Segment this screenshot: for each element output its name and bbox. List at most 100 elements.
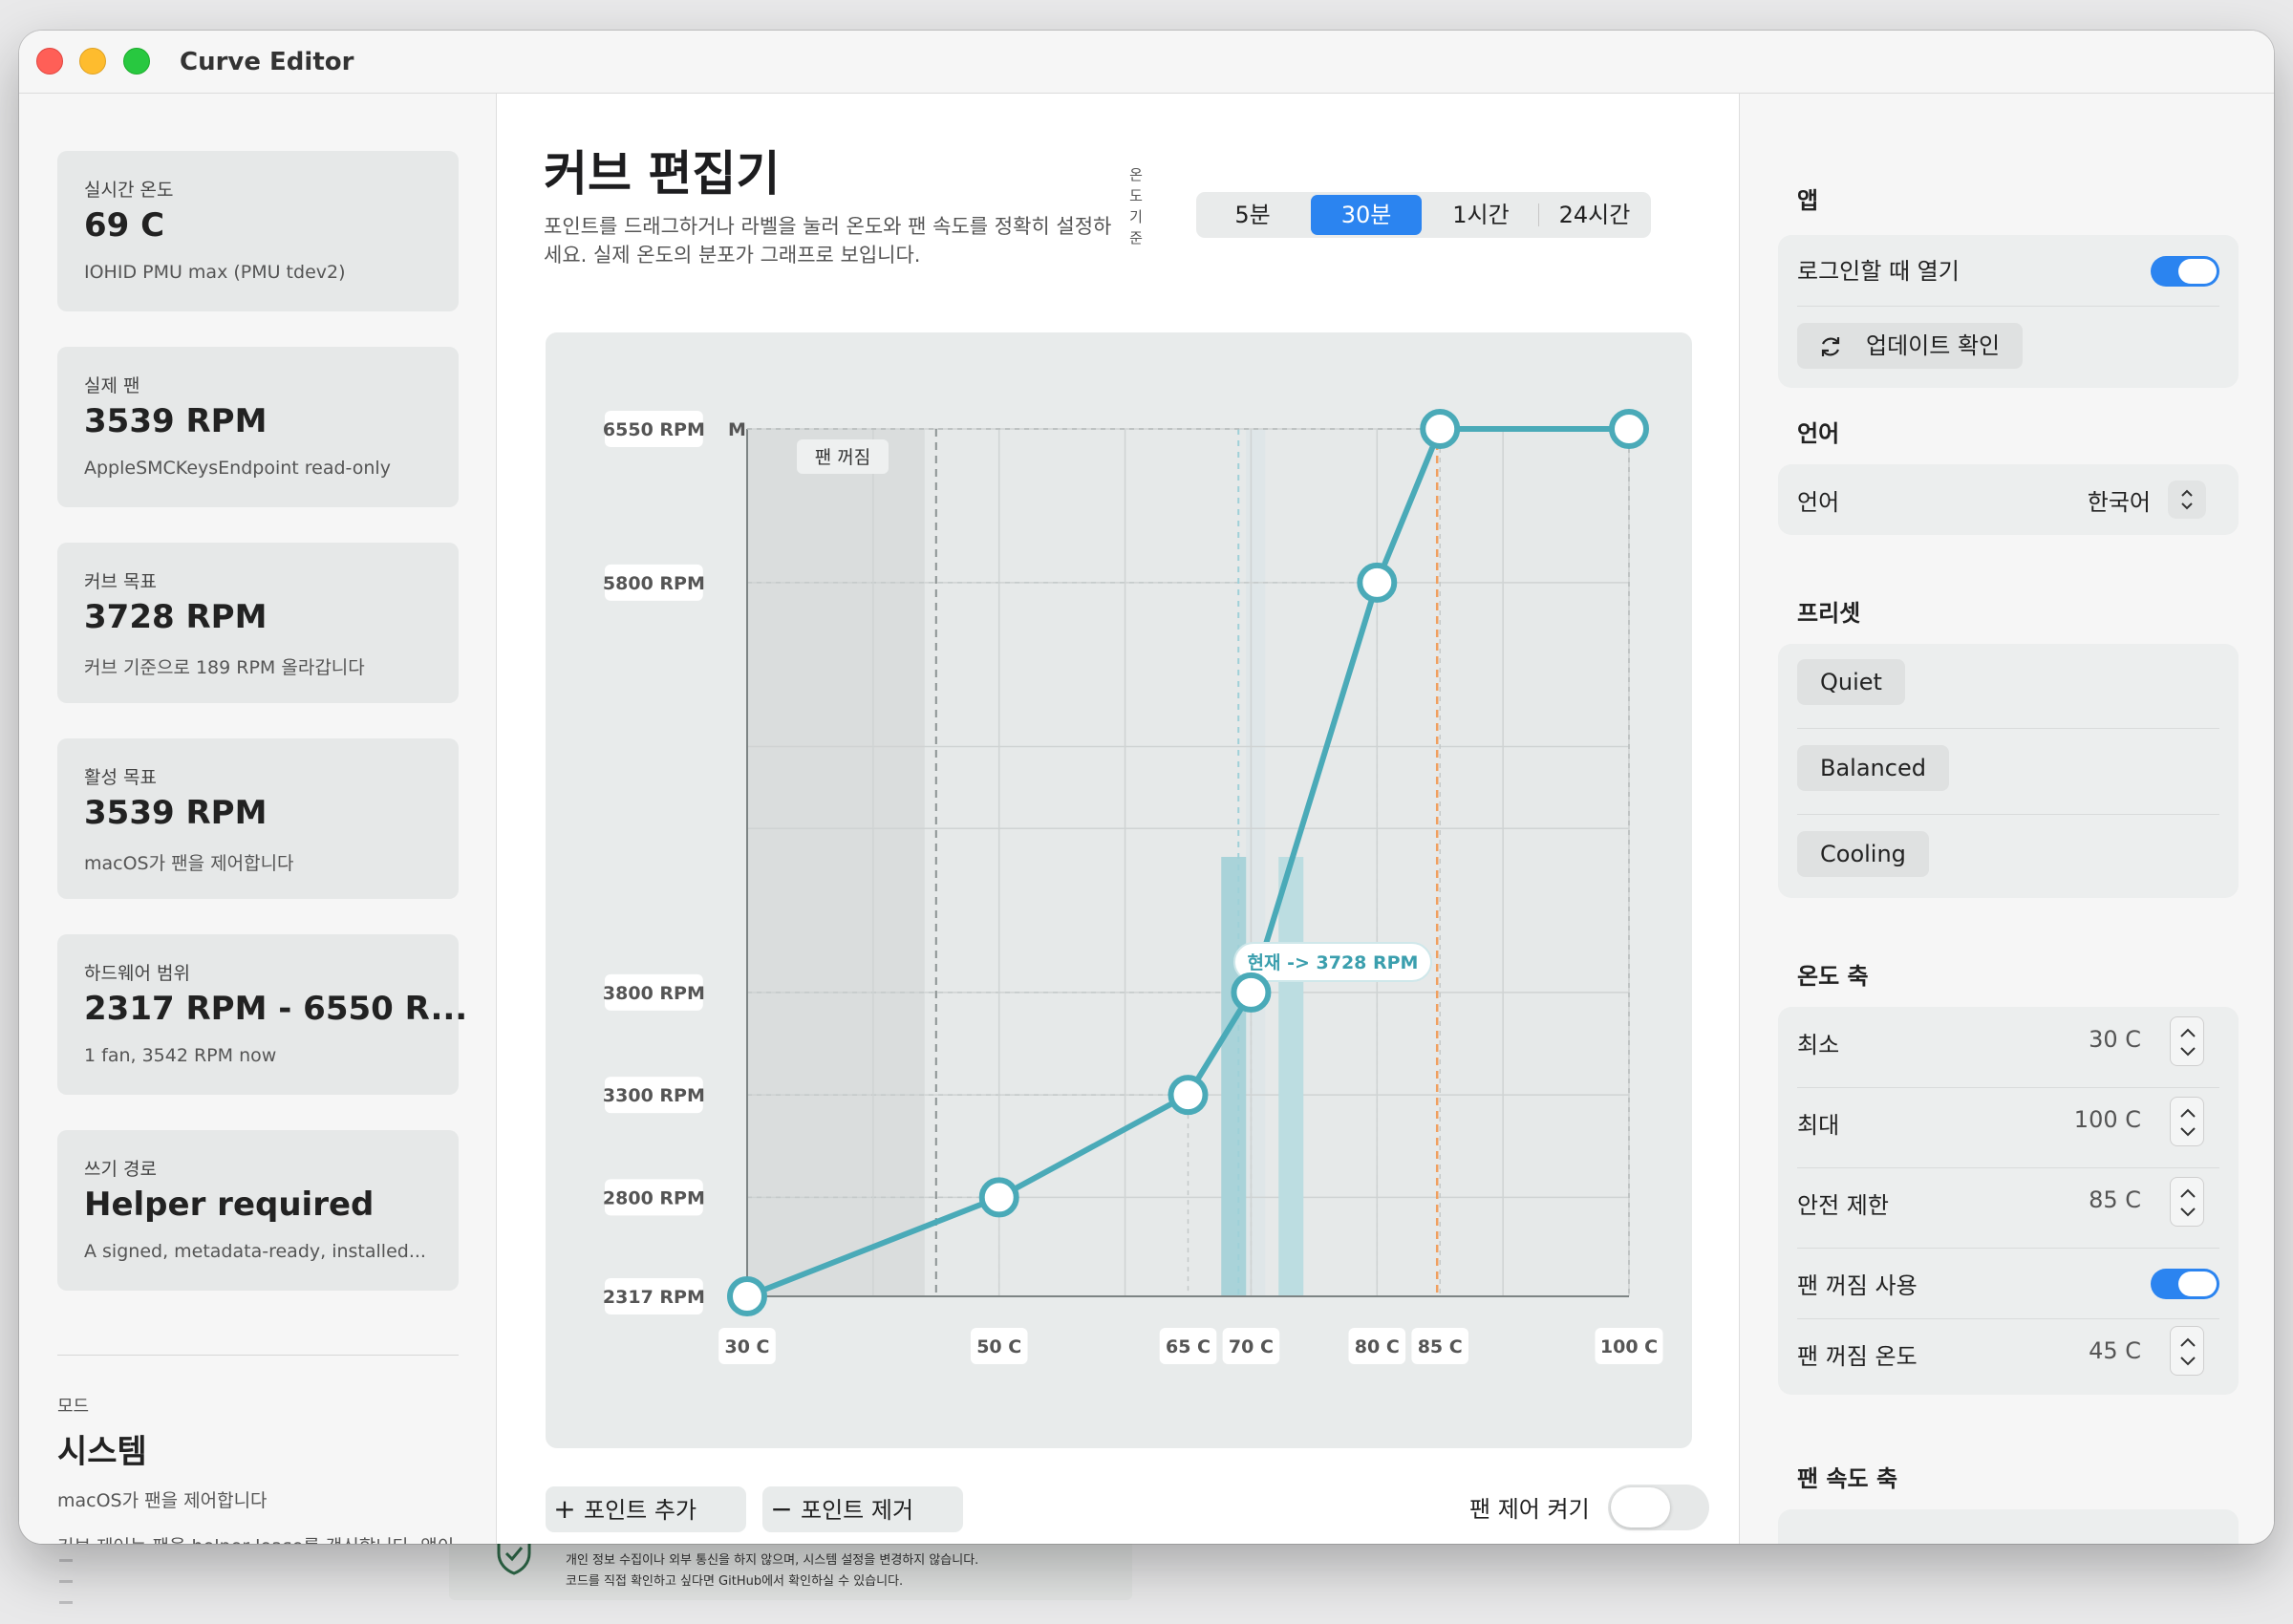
- fan-off-tag-label: 팬 꺼짐: [815, 447, 870, 468]
- zoom-button[interactable]: [123, 48, 150, 75]
- stat-value: 2317 RPM - 6550 R...: [84, 990, 468, 1028]
- time-range-30min[interactable]: 30분: [1311, 195, 1422, 235]
- fan-off-enable-label: 팬 꺼짐 사용: [1797, 1272, 1918, 1299]
- y-tick-label: 2800 RPM: [603, 1187, 705, 1208]
- close-button[interactable]: [36, 48, 63, 75]
- stat-card-active-target: 활성 목표 3539 RPM macOS가 팬을 제어합니다: [57, 738, 459, 899]
- language-popup-button[interactable]: [2168, 481, 2206, 519]
- mode-description: macOS가 팬을 제어합니다: [57, 1490, 268, 1511]
- presets-group: Quiet Balanced Cooling: [1778, 644, 2239, 898]
- stat-value: 3728 RPM: [84, 598, 268, 636]
- mode-value: 시스템: [57, 1433, 147, 1471]
- stepper-arrows-icon: [2180, 1337, 2196, 1366]
- x-tick-label: 70 C: [1229, 1336, 1274, 1357]
- page-title: 커브 편집기: [544, 146, 781, 202]
- section-title-temp-axis: 온도 축: [1797, 963, 1869, 990]
- stat-value: 3539 RPM: [84, 794, 268, 832]
- temp-min-stepper[interactable]: [2170, 1016, 2204, 1066]
- remove-point-button[interactable]: − 포인트 제거: [762, 1486, 963, 1532]
- stat-sub: IOHID PMU max (PMU tdev2): [84, 262, 346, 283]
- row-separator: [1797, 306, 2219, 307]
- row-separator: [1797, 1087, 2219, 1088]
- fan-off-temp-value[interactable]: 45 C: [1998, 1337, 2141, 1364]
- row-separator: [1797, 814, 2219, 815]
- stat-sub: A signed, metadata-ready, installed...: [84, 1241, 426, 1262]
- fan-off-region: [747, 429, 925, 1296]
- curve-point-handle[interactable]: [1609, 409, 1649, 449]
- x-tick-label: 30 C: [725, 1336, 770, 1357]
- language-value[interactable]: 한국어: [2055, 483, 2151, 517]
- temp-max-value[interactable]: 100 C: [1998, 1106, 2141, 1133]
- max-marker-label: M: [728, 419, 746, 440]
- fan-off-temp-stepper[interactable]: [2170, 1326, 2204, 1376]
- stepper-arrows-icon: [2180, 1188, 2196, 1217]
- row-separator: [1797, 1248, 2219, 1249]
- refresh-icon: [1821, 337, 1840, 356]
- stat-label: 활성 목표: [84, 767, 157, 788]
- stepper-arrows-icon: [2180, 1108, 2196, 1137]
- temp-min-value[interactable]: 30 C: [1998, 1026, 2141, 1053]
- stat-value: 3539 RPM: [84, 402, 268, 440]
- minus-icon: −: [770, 1493, 793, 1525]
- temp-max-stepper[interactable]: [2170, 1097, 2204, 1146]
- remove-point-label: 포인트 제거: [801, 1497, 914, 1524]
- y-tick-label: 3300 RPM: [603, 1085, 705, 1106]
- fan-off-enable-toggle[interactable]: [2151, 1269, 2219, 1299]
- row-separator: [1797, 1167, 2219, 1168]
- preset-cooling-button[interactable]: Cooling: [1797, 831, 1929, 877]
- page-description: 포인트를 드래그하거나 라벨을 눌러 온도와 팬 속도를 정확히 설정하세요. …: [544, 215, 1112, 267]
- stat-label: 실제 팬: [84, 375, 140, 396]
- time-range-5min[interactable]: 5분: [1199, 195, 1306, 235]
- toggle-knob: [2178, 259, 2217, 284]
- time-range-24hour[interactable]: 24시간: [1540, 195, 1649, 235]
- preset-quiet-button[interactable]: Quiet: [1797, 659, 1905, 705]
- safety-limit-value[interactable]: 85 C: [1998, 1186, 2141, 1213]
- x-tick-label: 65 C: [1166, 1336, 1211, 1357]
- minimize-button[interactable]: [79, 48, 106, 75]
- login-open-label: 로그인할 때 열기: [1797, 258, 1960, 285]
- settings-panel: 앱 로그인할 때 열기 업데이트 확인 언어 언어 한국어 프리셋 Quiet …: [1739, 94, 2274, 1544]
- stat-card-hardware-range: 하드웨어 범위 2317 RPM - 6550 R... 1 fan, 3542…: [57, 934, 467, 1095]
- stat-card-curve-target: 커브 목표 3728 RPM 커브 기준으로 189 RPM 올라갑니다: [57, 543, 459, 703]
- background-text-1: 개인 정보 수집이나 외부 통신을 하지 않으며, 시스템 설정을 변경하지 않…: [566, 1553, 979, 1568]
- stat-sub: 1 fan, 3542 RPM now: [84, 1045, 277, 1066]
- curve-point-handle[interactable]: [978, 1177, 1019, 1218]
- chevron-up-down-icon: [2181, 489, 2193, 510]
- login-open-toggle[interactable]: [2151, 256, 2219, 287]
- vertical-caption: 온도기준: [1129, 166, 1143, 246]
- curve-point-handle[interactable]: [727, 1276, 767, 1316]
- sidebar-overflow-text: 커브 제어는 팬을 helper lease를 갱신합니다. 앱이: [57, 1532, 454, 1544]
- time-range-1hour[interactable]: 1시간: [1425, 195, 1536, 235]
- temp-min-label: 최소: [1797, 1032, 1840, 1058]
- stat-sub: AppleSMCKeysEndpoint read-only: [84, 458, 391, 479]
- plus-icon: +: [553, 1493, 576, 1525]
- current-temp-band: [1246, 429, 1266, 1296]
- y-tick-label: 2317 RPM: [603, 1287, 705, 1308]
- background-dash: [59, 1559, 73, 1562]
- row-separator: [1797, 728, 2219, 729]
- curve-point-handle[interactable]: [1357, 562, 1398, 603]
- safety-limit-label: 안전 제한: [1797, 1192, 1889, 1219]
- curve-editor-main: 커브 편집기 포인트를 드래그하거나 라벨을 눌러 온도와 팬 속도를 정확히 …: [498, 94, 1738, 1544]
- curve-point-handle[interactable]: [1168, 1075, 1209, 1116]
- row-separator: [1797, 1318, 2219, 1319]
- curve-chart-svg[interactable]: 팬 꺼짐현재 -> 3728 RPM 6550 RPM 5800 RPM 3800 R…: [546, 332, 1692, 1448]
- x-tick-label: 80 C: [1355, 1336, 1400, 1357]
- curve-point-handle[interactable]: [1420, 409, 1461, 449]
- add-point-button[interactable]: + 포인트 추가: [546, 1486, 746, 1532]
- preset-balanced-button[interactable]: Balanced: [1797, 745, 1949, 791]
- check-update-button[interactable]: 업데이트 확인: [1797, 323, 2024, 369]
- check-update-label: 업데이트 확인: [1866, 332, 2001, 359]
- fan-control-toggle[interactable]: [1608, 1485, 1709, 1530]
- safety-limit-stepper[interactable]: [2170, 1177, 2204, 1227]
- section-title-app: 앱: [1797, 187, 1819, 214]
- temp-distribution-bar: [1221, 857, 1247, 1296]
- curve-point-handle[interactable]: [1231, 972, 1272, 1013]
- stat-card-actual-fan: 실제 팬 3539 RPM AppleSMCKeysEndpoint read-…: [57, 347, 459, 507]
- temp-axis-group: 최소 30 C 최대 100 C 안전 제한 85 C 팬 꺼짐 사용 팬 꺼짐…: [1778, 1007, 2239, 1395]
- app-window: Curve Editor 실시간 온도 69 C IOHID PMU max (…: [19, 31, 2274, 1544]
- app-settings-group: 로그인할 때 열기 업데이트 확인: [1778, 235, 2239, 388]
- temp-max-label: 최대: [1797, 1112, 1840, 1139]
- stat-label: 실시간 온도: [84, 180, 174, 201]
- time-range-segmented-control: 5분 30분 1시간 24시간: [1196, 192, 1651, 238]
